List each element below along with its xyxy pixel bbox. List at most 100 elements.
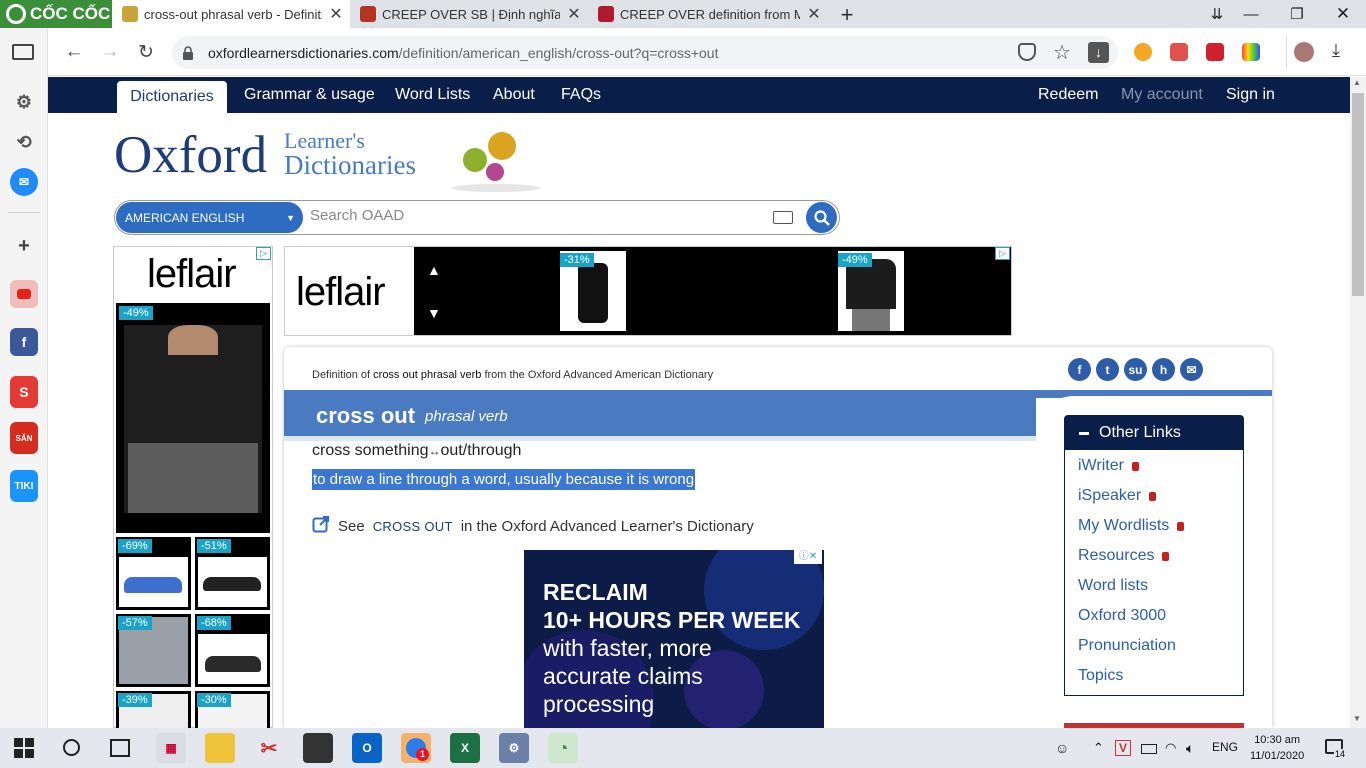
close-tab-icon[interactable]: ✕ [806,4,822,24]
nav-sign-in[interactable]: Sign in [1226,77,1275,113]
search-cortana-icon[interactable] [63,739,80,756]
other-link-ispeaker[interactable]: iSpeaker [1078,487,1157,505]
extension-shield-icon[interactable] [1170,43,1188,61]
youtube-icon[interactable] [10,280,38,308]
ad-product-tile[interactable]: -57% [116,614,191,687]
shield-icon[interactable] [1018,43,1036,61]
nav-word-lists[interactable]: Word Lists [395,77,470,113]
messenger-icon[interactable]: ✉ [10,168,38,196]
carousel-up-icon[interactable]: ▲ [427,262,441,278]
download-manager-icon[interactable]: ↓ [1088,42,1109,63]
scrollbar-thumb[interactable] [1352,93,1364,296]
nav-dictionaries[interactable]: Dictionaries [117,81,227,113]
other-link-resources[interactable]: Resources [1078,547,1170,565]
other-link-my-wordlists[interactable]: My Wordlists [1078,517,1185,535]
extension-sync-icon[interactable] [1206,43,1224,61]
see-also-link[interactable]: See CROSS OUT in the Oxford Advanced Lea… [312,515,754,537]
search-button[interactable] [806,202,837,233]
ad-product-main[interactable]: -49% [116,303,270,533]
windows-start-icon[interactable] [14,738,34,763]
input-language[interactable]: ENG [1212,740,1238,754]
other-link-iwriter[interactable]: iWriter [1078,457,1139,475]
file-explorer-icon[interactable] [205,733,235,763]
ad-product-tile[interactable]: -51% [195,537,270,610]
other-links-header[interactable]: Other Links [1065,416,1243,450]
sale-tet-icon[interactable]: SĂN [10,422,38,454]
volume-icon[interactable]: 🔈︎ [1186,740,1194,757]
people-icon[interactable]: ☺ [1055,740,1069,756]
browser-brand-menu[interactable]: CỐC CỐC [0,0,112,28]
battery-icon[interactable] [1141,744,1157,754]
adchoices-icon[interactable]: ▷ [995,247,1010,260]
see-term[interactable]: CROSS OUT [373,519,453,534]
downloads-icon[interactable]: ⤓ [1332,40,1340,61]
unikey-icon[interactable]: V [1115,740,1131,756]
close-tab-icon[interactable]: ✕ [328,4,344,24]
shopee-icon[interactable]: S [10,376,38,408]
facebook-share-icon[interactable]: f [1068,358,1091,381]
other-link-oxford-3000[interactable]: Oxford 3000 [1078,607,1166,625]
zalo-icon[interactable]: 1 [401,733,431,763]
tab-creep-over-cambridge[interactable]: CREEP OVER SB | Định nghĩa trong ✕ [350,0,588,28]
scroll-up-arrow-icon[interactable]: ▲ [1353,78,1361,87]
adchoices-icon[interactable]: ▷ [256,247,271,260]
sticky-notes-icon[interactable] [303,733,333,763]
stumbleupon-share-icon[interactable]: su [1124,358,1147,381]
add-shortcut-icon[interactable]: + [10,232,38,260]
other-link-pronunciation[interactable]: Pronunciation [1078,637,1176,655]
excel-icon[interactable]: X [450,733,480,763]
snipping-tool-icon[interactable]: ✂ [254,733,284,763]
clock[interactable]: 10:30 am 11/01/2020 [1250,732,1304,764]
extension-color-icon[interactable] [1134,43,1152,61]
close-window-button[interactable]: ✕ [1320,0,1366,28]
twitter-share-icon[interactable]: t [1096,358,1119,381]
nav-redeem[interactable]: Redeem [1038,77,1098,113]
scroll-down-arrow-icon[interactable]: ▼ [1353,714,1361,723]
outlook-icon[interactable]: O [352,733,382,763]
ad-product-tile[interactable]: -31% [560,251,626,331]
coccoc-taskbar-icon[interactable]: ◔ [548,733,578,763]
nav-my-account[interactable]: My account [1121,77,1203,113]
maximize-button[interactable]: ❐ [1274,0,1320,28]
ad-close-icon[interactable]: ⓘ✕ [794,550,822,564]
ad-product-tile[interactable]: -39% [116,691,191,728]
app-tools-icon[interactable]: ⚙ [499,733,529,763]
back-button[interactable]: ← [62,40,86,64]
tab-creep-over-macmillan[interactable]: CREEP OVER definition from Macm ✕ [588,0,828,28]
close-tab-icon[interactable]: ✕ [566,4,582,24]
other-link-word-lists[interactable]: Word lists [1078,577,1148,595]
nav-grammar-usage[interactable]: Grammar & usage [244,77,375,113]
language-select[interactable]: AMERICAN ENGLISH ▼ [116,202,303,233]
other-link-topics[interactable]: Topics [1078,667,1123,685]
taskbar-app-icon[interactable]: ▦ [156,733,186,763]
sidebar-toggle-icon[interactable] [12,44,34,60]
tab-active[interactable]: cross-out phrasal verb - Definition ✕ [112,0,350,28]
search-input[interactable]: Search OAAD [310,207,404,224]
tiki-icon[interactable]: TIKI [10,470,38,502]
nav-about[interactable]: About [493,77,535,113]
nav-faqs[interactable]: FAQs [561,77,601,113]
reload-button[interactable]: ↻ [134,40,158,64]
carousel-down-icon[interactable]: ▼ [427,305,441,321]
forward-button[interactable]: → [98,40,122,64]
address-bar[interactable]: oxfordlearnersdictionaries.com/definitio… [172,36,1118,69]
minimize-button[interactable]: — [1228,0,1274,28]
tray-expand-icon[interactable]: ⌃ [1093,740,1104,756]
keyboard-icon[interactable] [773,211,793,224]
inline-ad[interactable]: RECLAIM 10+ HOURS PER WEEK with faster, … [524,550,824,728]
profile-avatar[interactable] [1294,42,1314,62]
bookmark-star-icon[interactable]: ☆ [1053,40,1071,65]
ad-product-tile[interactable]: -69% [116,537,191,610]
task-view-icon[interactable] [110,739,130,757]
history-icon[interactable]: ⟲ [10,128,38,156]
email-share-icon[interactable]: ✉ [1180,358,1203,381]
ad-product-tile[interactable]: -30% [195,691,270,728]
facebook-icon[interactable]: f [10,328,38,356]
ad-product-tile[interactable]: -68% [195,614,270,687]
ad-product-tile[interactable]: -49% [838,251,904,331]
settings-gear-icon[interactable]: ⚙ [10,88,38,116]
wifi-icon[interactable]: ◠ [1165,740,1176,756]
extension-palette-icon[interactable] [1242,43,1260,61]
hi5-share-icon[interactable]: h [1152,358,1175,381]
new-tab-button[interactable]: + [836,2,858,27]
